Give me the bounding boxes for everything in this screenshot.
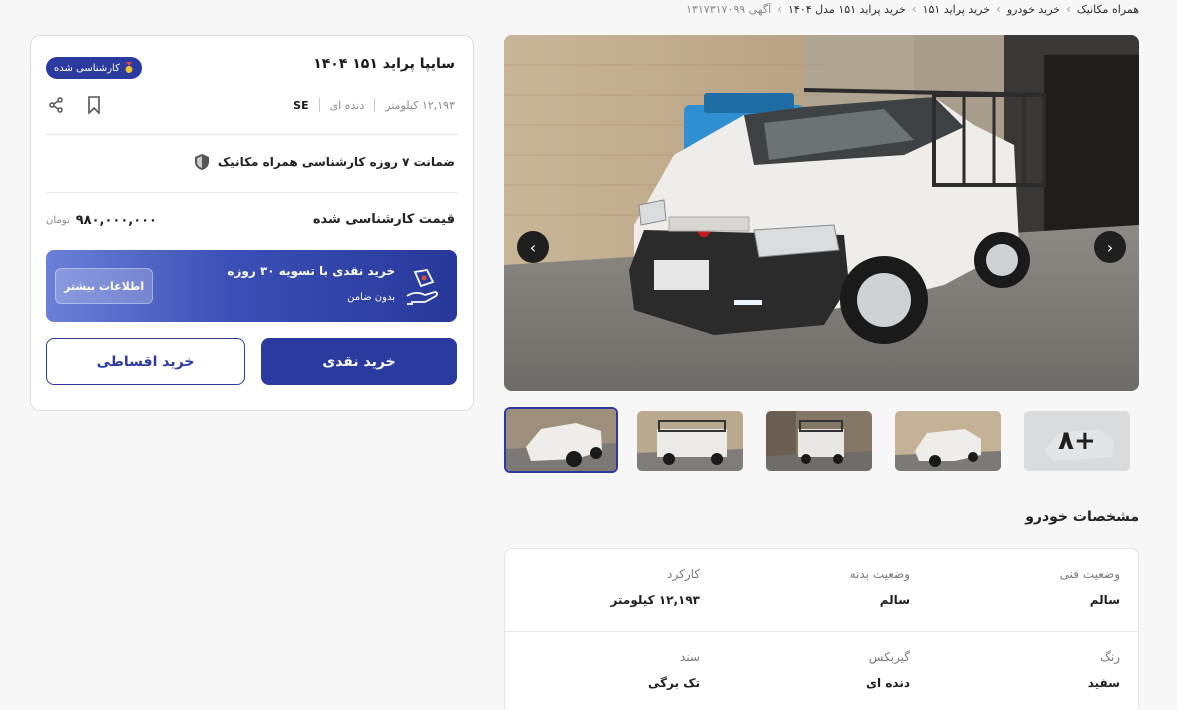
buy-installment-button[interactable]: خرید اقساطی — [46, 338, 245, 385]
specs-row: وضعیت فنی سالم وضعیت بدنه سالم کارکرد ۱۲… — [505, 549, 1138, 631]
promo-subtitle: بدون ضامن — [347, 292, 395, 303]
thumbnail-more[interactable]: ۸+ — [1024, 411, 1130, 471]
chevron-left-icon: ‹ — [1066, 2, 1071, 16]
car-photo-illustration — [504, 35, 1139, 391]
gallery-prev-button[interactable]: ‹ — [517, 231, 549, 263]
spec-item: کارکرد ۱۲,۱۹۳ کیلومتر — [490, 567, 700, 607]
breadcrumb-ad-id: آگهی ۱۳۱۷۳۱۷۰۹۹ — [686, 2, 772, 16]
thumbnail-4[interactable] — [895, 411, 1001, 471]
more-photos-count: ۸+ — [1024, 411, 1130, 471]
spec-value: دنده ای — [866, 676, 910, 690]
thumbnail-1[interactable] — [504, 407, 618, 473]
medal-icon — [125, 62, 133, 73]
spec-key: کارکرد — [667, 567, 700, 581]
divider — [374, 98, 376, 112]
breadcrumb-item-buy-car[interactable]: خرید خودرو — [1007, 3, 1060, 16]
chevron-left-icon: ‹ — [777, 2, 783, 16]
hand-money-icon — [406, 269, 438, 305]
spec-item: رنگ سفید — [910, 650, 1120, 690]
divider — [318, 98, 320, 112]
specs-card: وضعیت فنی سالم وضعیت بدنه سالم کارکرد ۱۲… — [504, 548, 1139, 710]
trim-label: SE — [293, 98, 309, 112]
price-value: ۹۸۰,۰۰۰,۰۰۰ — [75, 213, 157, 228]
mileage-label: ۱۲,۱۹۳ کیلومتر — [385, 98, 455, 112]
thumbnail-2[interactable] — [637, 411, 743, 471]
shield-icon — [194, 154, 209, 170]
spec-value: سالم — [1089, 593, 1120, 607]
spec-value: سفید — [1087, 676, 1120, 690]
listing-info-card: سایپا پراید ۱۵۱ ۱۴۰۴ کارشناسی شده SE دند… — [30, 35, 474, 411]
cash-promo-banner: خرید نقدی با تسویه ۳۰ روزه بدون ضامن اطل… — [46, 250, 457, 322]
share-icon[interactable] — [46, 94, 66, 116]
gearbox-label: دنده ای — [329, 98, 365, 112]
more-info-button[interactable]: اطلاعات بیشتر — [55, 268, 154, 304]
spec-item: وضعیت بدنه سالم — [700, 567, 910, 607]
price: تومان ۹۸۰,۰۰۰,۰۰۰ — [46, 213, 157, 228]
specs-row: رنگ سفید گیربکس دنده ای سند تک برگی — [505, 631, 1138, 710]
chevron-left-icon: ‹ — [911, 2, 917, 16]
spec-key: گیربکس — [868, 650, 910, 664]
warranty-row: ضمانت ۷ روزه کارشناسی همراه مکانیک — [194, 153, 455, 171]
chevron-left-icon: ‹ — [529, 237, 537, 257]
buy-cash-button[interactable]: خرید نقدی — [261, 338, 457, 385]
divider — [46, 192, 458, 193]
spec-value: ۱۲,۱۹۳ کیلومتر — [610, 593, 700, 607]
bookmark-icon[interactable] — [84, 94, 104, 116]
listing-title: سایپا پراید ۱۵۱ ۱۴۰۴ — [313, 56, 455, 72]
inspected-badge: کارشناسی شده — [46, 57, 142, 79]
chevron-right-icon: › — [1106, 237, 1114, 257]
gallery-next-button[interactable]: › — [1094, 231, 1126, 263]
main-car-photo[interactable]: ‹ › — [504, 35, 1139, 391]
breadcrumb-item-model[interactable]: خرید پراید ۱۵۱ مدل ۱۴۰۴ — [788, 3, 906, 16]
specs-title: مشخصات خودرو — [1025, 509, 1139, 525]
chevron-left-icon: ‹ — [996, 2, 1001, 16]
breadcrumb: همراه مکانیک ‹ خرید خودرو ‹ خرید پراید ۱… — [686, 0, 1139, 18]
breadcrumb-item-home[interactable]: همراه مکانیک — [1077, 3, 1139, 16]
spec-key: وضعیت فنی — [1059, 567, 1120, 581]
spec-value: تک برگی — [647, 676, 700, 690]
promo-title: خرید نقدی با تسویه ۳۰ روزه — [227, 264, 395, 278]
warranty-text: ضمانت ۷ روزه کارشناسی همراه مکانیک — [217, 155, 455, 169]
spec-item: وضعیت فنی سالم — [910, 567, 1120, 607]
divider — [46, 134, 458, 135]
thumbnail-3[interactable] — [766, 411, 872, 471]
listing-actions — [46, 94, 104, 116]
breadcrumb-item-pride[interactable]: خرید پراید ۱۵۱ — [923, 3, 990, 16]
spec-item: گیربکس دنده ای — [700, 650, 910, 690]
price-label: قیمت کارشناسی شده — [312, 212, 455, 227]
spec-item: سند تک برگی — [490, 650, 700, 690]
spec-key: رنگ — [1100, 650, 1120, 664]
spec-key: سند — [680, 650, 700, 664]
spec-value: سالم — [879, 593, 910, 607]
listing-meta: SE دنده ای ۱۲,۱۹۳ کیلومتر — [293, 98, 455, 112]
badge-label: کارشناسی شده — [54, 62, 120, 74]
thumbnail-strip: ۸+ — [504, 407, 1139, 473]
price-unit: تومان — [46, 215, 70, 226]
spec-key: وضعیت بدنه — [849, 567, 910, 581]
